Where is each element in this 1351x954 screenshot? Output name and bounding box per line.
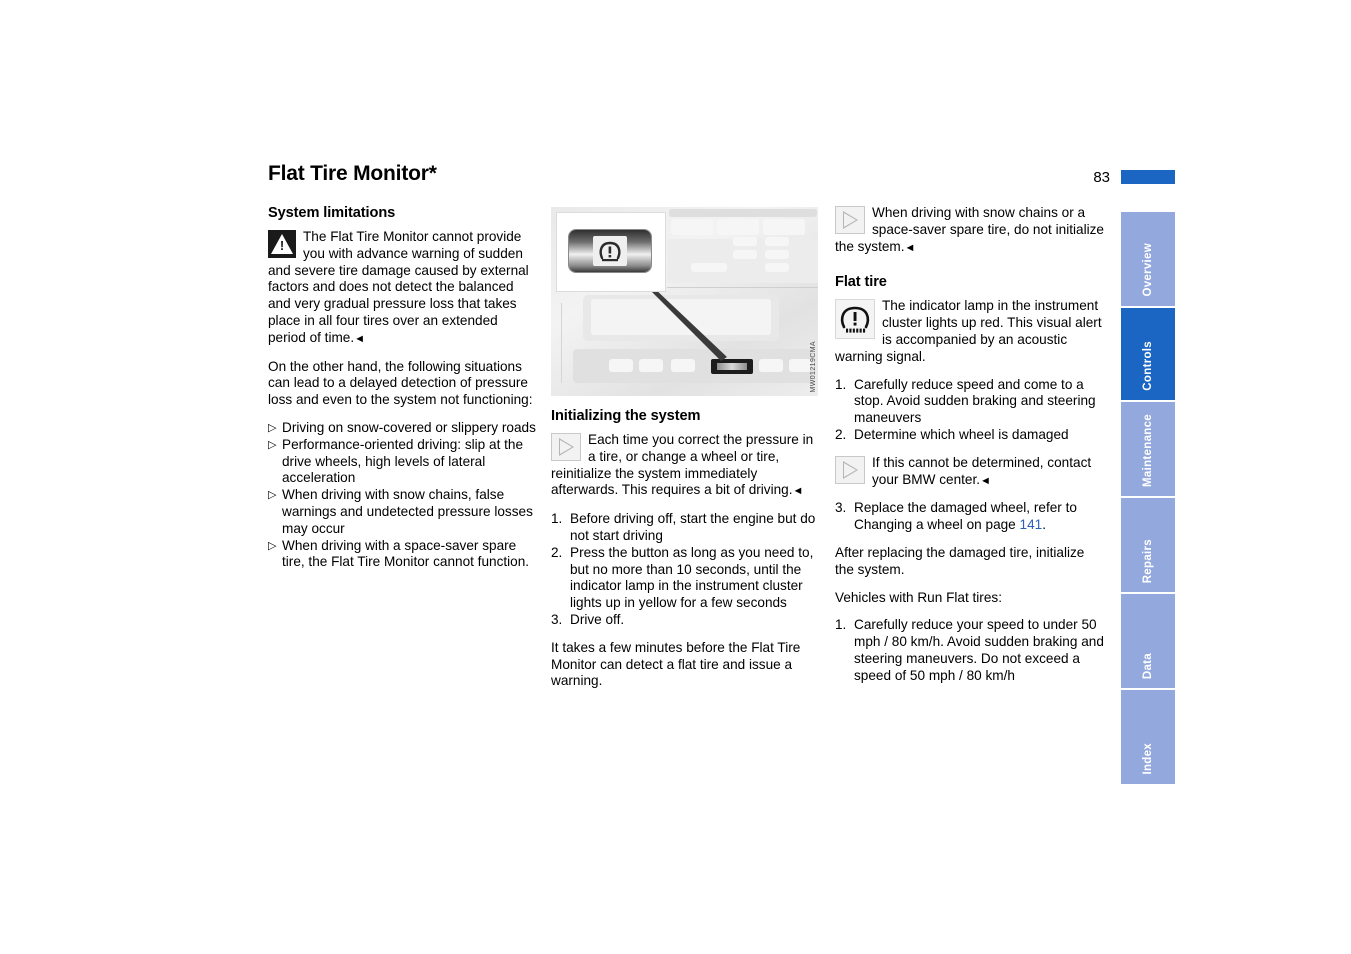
list-item: 1. Before driving off, start the engine b… [551,511,816,543]
end-mark: ◄ [354,332,366,345]
warning-triangle-icon: ! [268,230,296,258]
warning-note-block: ! The Flat Tire Monitor cannot provide y… [268,229,537,348]
ftm-button-enlarged [569,230,651,272]
section-heading-flat-tire: Flat tire [835,274,887,291]
warning-note-text: The Flat Tire Monitor cannot provide you… [268,229,529,345]
page-reference-link[interactable]: 141 [1020,517,1043,532]
tab-controls[interactable]: Controls [1121,308,1175,400]
tab-repairs[interactable]: Repairs [1121,498,1175,592]
arrow-bullet-icon: ▷ [268,421,277,434]
note-text: If this cannot be determined, contact yo… [872,454,1092,487]
page-title: Flat Tire Monitor* [268,162,437,185]
note-block-initializing: Each time you correct the pressure in a … [551,432,820,500]
flat-tire-step-3: 3. Replace the damaged wheel, refer to Ch… [835,500,1104,534]
page-number: 83 [1093,169,1110,186]
page-number-rule [1121,170,1175,184]
center-console-ftm-button-photo: MW01219CMA [551,207,818,396]
limitations-list: ▷ Driving on snow-covered or slippery roa… [268,420,537,571]
list-item: ▷ Performance-oriented driving: slip at t… [268,436,524,486]
flat-tire-steps: 1. Carefully reduce speed and come to a s… [835,377,1104,444]
list-item: 3. Replace the damaged wheel, refer to Ch… [835,500,1077,533]
tab-overview[interactable]: Overview [1121,212,1175,306]
list-item: ▷ When driving with a space-saver spare t… [268,537,530,570]
note-text: Each time you correct the pressure in a … [551,432,814,498]
list-item: 3. Drive off. [551,611,625,627]
tire-pressure-glyph-icon [593,236,627,266]
arrow-bullet-icon: ▷ [268,539,277,552]
initialization-steps: 1. Before driving off, start the engine b… [551,511,820,629]
note-block-bmw-center: If this cannot be determined, contact yo… [835,455,1104,490]
list-item: ▷ When driving with snow chains, false wa… [268,487,533,536]
section-heading-initializing-the-system: Initializing the system [551,408,701,424]
middle-column: Initializing the system Each time you co… [551,408,820,701]
manual-page: Flat Tire Monitor* 83 System limitations… [0,0,1351,954]
end-mark: ◄ [904,241,916,254]
intro-paragraph: On the other hand, the following situati… [268,358,533,408]
leader-line [647,287,727,361]
closing-paragraph: It takes a few minutes before the Flat T… [551,639,801,689]
button-callout-inset [556,212,666,292]
tire-pressure-warning-icon [835,299,875,340]
tab-maintenance[interactable]: Maintenance [1121,402,1175,496]
after-replacing-paragraph: After replacing the damaged tire, initia… [835,544,1085,577]
right-column: When driving with snow chains or a space… [835,205,1104,696]
note-triangle-icon [835,206,865,234]
note-triangle-icon [551,433,581,461]
list-item: 2. Determine which wheel is damaged [835,426,1069,442]
list-item: 1. Carefully reduce your speed to under 5… [835,617,1104,683]
section-heading-system-limitations: System limitations [268,205,396,221]
tpms-note-block: The indicator lamp in the instrument clu… [835,298,1104,365]
figure-reference-code: MW01219CMA [810,340,817,392]
arrow-bullet-icon: ▷ [268,438,277,451]
note-triangle-icon [835,455,865,484]
end-mark: ◄ [980,474,991,487]
runflat-steps: 1. Carefully reduce your speed to under 5… [835,617,1104,684]
runflat-intro: Vehicles with Run Flat tires: [835,589,1002,605]
section-tabs: Overview Controls Maintenance Repairs Da… [1121,212,1175,786]
arrow-bullet-icon: ▷ [268,489,277,502]
left-column: System limitations ! The Flat Tire Monit… [268,205,537,582]
end-mark: ◄ [792,485,804,498]
note-block-snow-chains: When driving with snow chains or a space… [835,205,1104,256]
list-item: ▷ Driving on snow-covered or slippery roa… [268,419,536,435]
tab-data[interactable]: Data [1121,594,1175,688]
tpms-note-text: The indicator lamp in the instrument clu… [835,298,1102,364]
note-text: When driving with snow chains or a space… [835,205,1104,254]
list-item: 2. Press the button as long as you need t… [551,544,814,611]
tab-index[interactable]: Index [1121,690,1175,784]
list-item: 1. Carefully reduce speed and come to a s… [835,376,1096,426]
